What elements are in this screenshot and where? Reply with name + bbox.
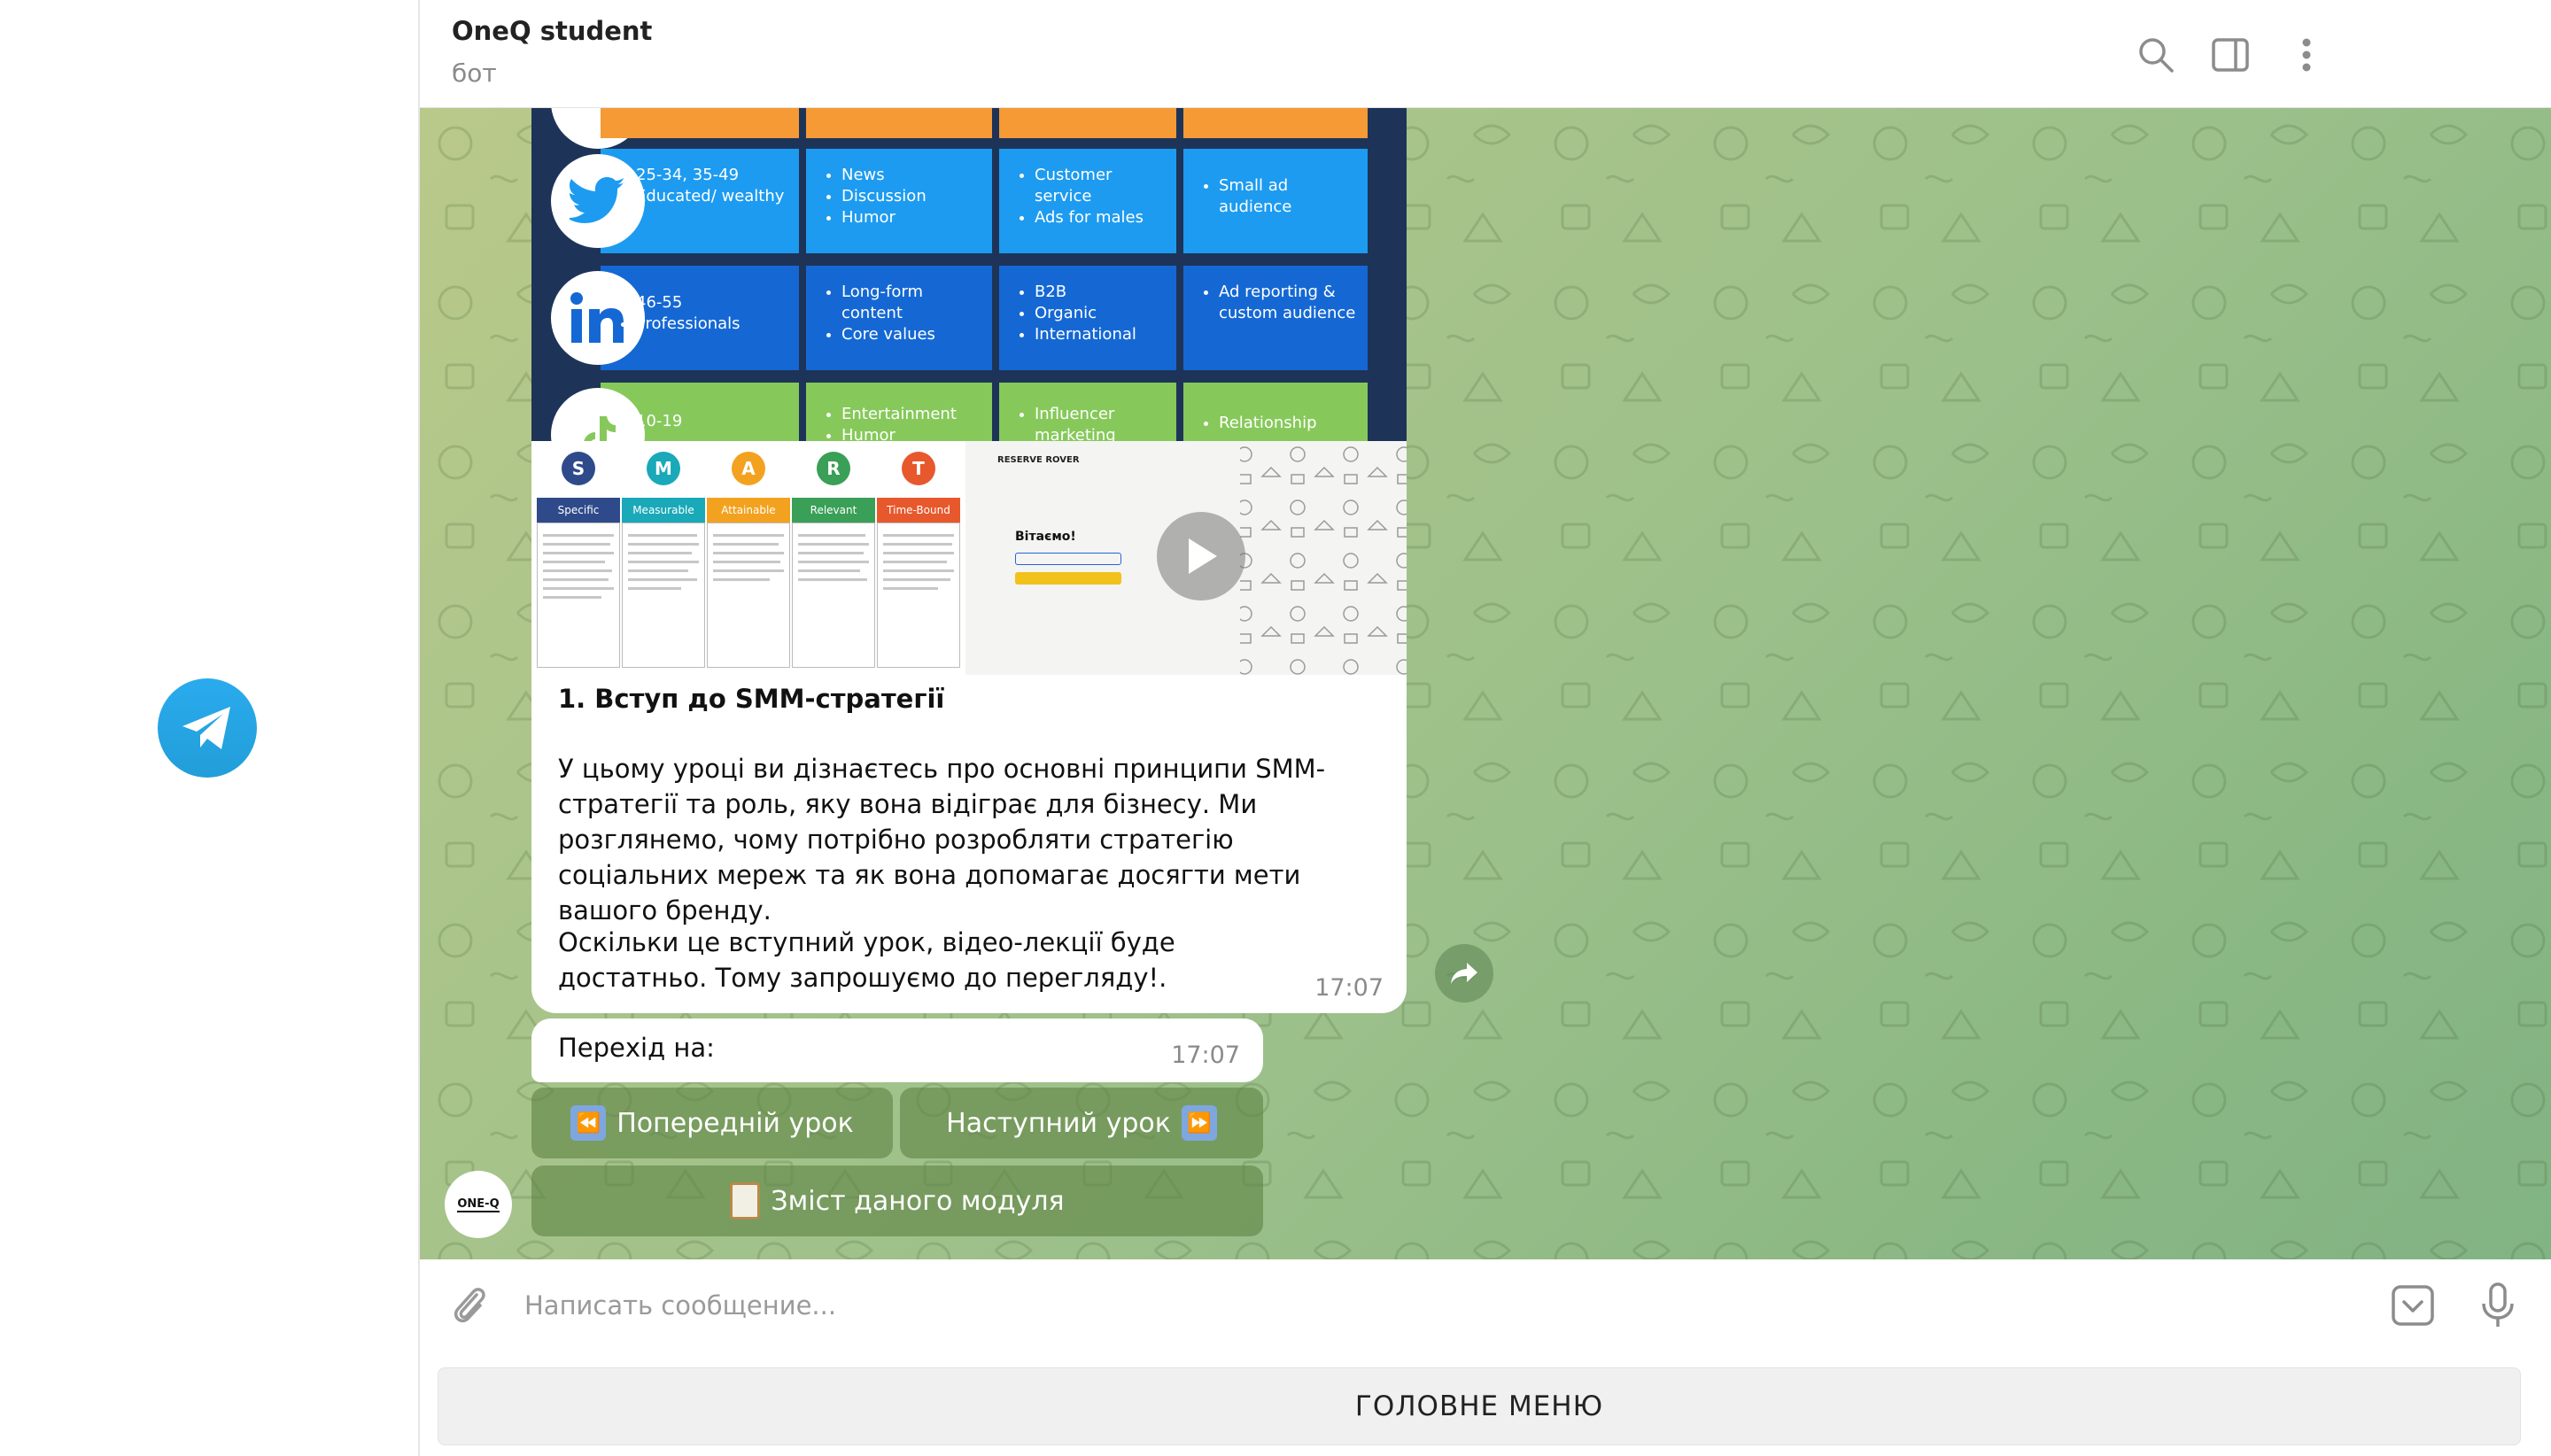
smart-header-specific: Specific (537, 498, 620, 523)
previous-lesson-label: Попередній урок (616, 1107, 854, 1139)
chat-subtitle: бот (452, 58, 497, 88)
inf-text: News (841, 165, 981, 186)
navigation-message[interactable]: Перехід на: 17:07 (531, 1018, 1263, 1082)
smart-header-relevant: Relevant (792, 498, 875, 523)
module-contents-button[interactable]: Зміст даного модуля (531, 1166, 1263, 1236)
inf-text: Humor (841, 207, 981, 228)
inf-text: B2B (1035, 282, 1166, 303)
inf-text: Ad reporting & custom audience (1219, 282, 1357, 324)
inf-text: Professionals (636, 314, 788, 335)
smart-header-time-bound: Time-Bound (877, 498, 960, 523)
inf-text: Educated/ wealthy (636, 186, 788, 207)
video-form-button (1015, 572, 1121, 585)
avatar-text: ONE-Q (457, 1197, 500, 1212)
smart-goals-image[interactable]: S Specific M Measurable A Attainable R R… (537, 448, 960, 668)
search-icon[interactable] (2133, 32, 2179, 78)
share-icon[interactable] (1435, 944, 1493, 1003)
inf-text: International (1035, 324, 1166, 345)
inf-text: Small ad audience (1219, 175, 1357, 218)
inf-text: Organic (1035, 303, 1166, 324)
previous-lesson-button[interactable]: ⏪ Попередній урок (531, 1088, 893, 1158)
smart-letter-r: R (817, 452, 850, 485)
video-greeting: Вітаємо! (1015, 530, 1076, 544)
inf-text: Relationship (1219, 413, 1357, 434)
lesson-paragraph-2: Оскільки це вступний урок, відео-лекції … (558, 927, 1175, 993)
smart-header-measurable: Measurable (622, 498, 705, 523)
lesson-title: 1. Вступ до SMM-стратегії (558, 684, 945, 714)
chat-header[interactable]: OneQ student бот (420, 0, 2551, 108)
smart-letter-m: M (647, 452, 680, 485)
twitter-row: 25-34, 35-49Educated/ wealthy NewsDiscus… (531, 149, 1407, 253)
linkedin-row: 46-55Professionals Long-form contentCore… (531, 266, 1407, 370)
sidebar-toggle-icon[interactable] (2207, 32, 2253, 78)
social-media-infographic[interactable]: 25-34, 35-49Educated/ wealthy NewsDiscus… (531, 108, 1407, 487)
inf-text: Influencer marketing (1035, 404, 1166, 446)
inf-text: Long-form content (841, 282, 981, 324)
media-strip: S Specific M Measurable A Attainable R R… (531, 441, 1407, 675)
inf-text: 46-55 (636, 292, 788, 314)
lesson-paragraph-1: У цьому уроці ви дізнаєтесь про основні … (558, 754, 1326, 925)
inf-text: Discussion (841, 186, 981, 207)
telegram-logo-icon (158, 678, 257, 778)
avatar[interactable]: ONE-Q (445, 1171, 512, 1238)
paperclip-icon[interactable] (446, 1282, 492, 1328)
message-input[interactable] (524, 1281, 2296, 1330)
next-lesson-label: Наступний урок (946, 1107, 1171, 1139)
fast-forward-icon: ⏩ (1181, 1105, 1217, 1141)
smart-header-attainable: Attainable (707, 498, 790, 523)
inf-text: 25-34, 35-49 (636, 165, 788, 186)
inf-text: Core values (841, 324, 981, 345)
rewind-icon: ⏪ (570, 1105, 607, 1141)
smart-letter-s: S (562, 452, 595, 485)
play-icon[interactable] (1157, 512, 1245, 600)
microphone-icon[interactable] (2475, 1281, 2521, 1330)
more-options-icon[interactable] (2283, 32, 2330, 78)
clipboard-icon (730, 1182, 761, 1220)
module-contents-label: Зміст даного модуля (771, 1185, 1065, 1217)
inf-text: Customer service (1035, 165, 1166, 207)
lesson-message[interactable]: 1. Вступ до SMM-стратегії У цьому уроці … (531, 675, 1407, 1013)
message-media[interactable]: 25-34, 35-49Educated/ wealthy NewsDiscus… (531, 108, 1407, 675)
message-time: 17:07 (1314, 974, 1384, 1002)
smart-letter-t: T (902, 452, 935, 485)
video-form-field (1015, 553, 1121, 565)
inf-text: Entertainment (841, 404, 981, 425)
main-menu-button[interactable]: ГОЛОВНЕ МЕНЮ (438, 1367, 2521, 1445)
navigation-text: Перехід на: (558, 1033, 715, 1063)
left-pane (0, 0, 420, 1456)
video-thumbnail[interactable]: RESERVE ROVER Вітаємо! (965, 441, 1407, 675)
message-time: 17:07 (1171, 1042, 1240, 1069)
message-input-bar (420, 1259, 2551, 1351)
reply-keyboard: ГОЛОВНЕ МЕНЮ (420, 1351, 2551, 1456)
video-brand: RESERVE ROVER (997, 455, 1080, 465)
inf-text: Ads for males (1035, 207, 1166, 228)
chat-title[interactable]: OneQ student (452, 16, 652, 46)
next-lesson-button[interactable]: Наступний урок ⏩ (900, 1088, 1263, 1158)
inf-text: 10-19 (636, 411, 788, 432)
bot-keyboard-icon[interactable] (2390, 1282, 2436, 1328)
smart-letter-a: A (732, 452, 765, 485)
